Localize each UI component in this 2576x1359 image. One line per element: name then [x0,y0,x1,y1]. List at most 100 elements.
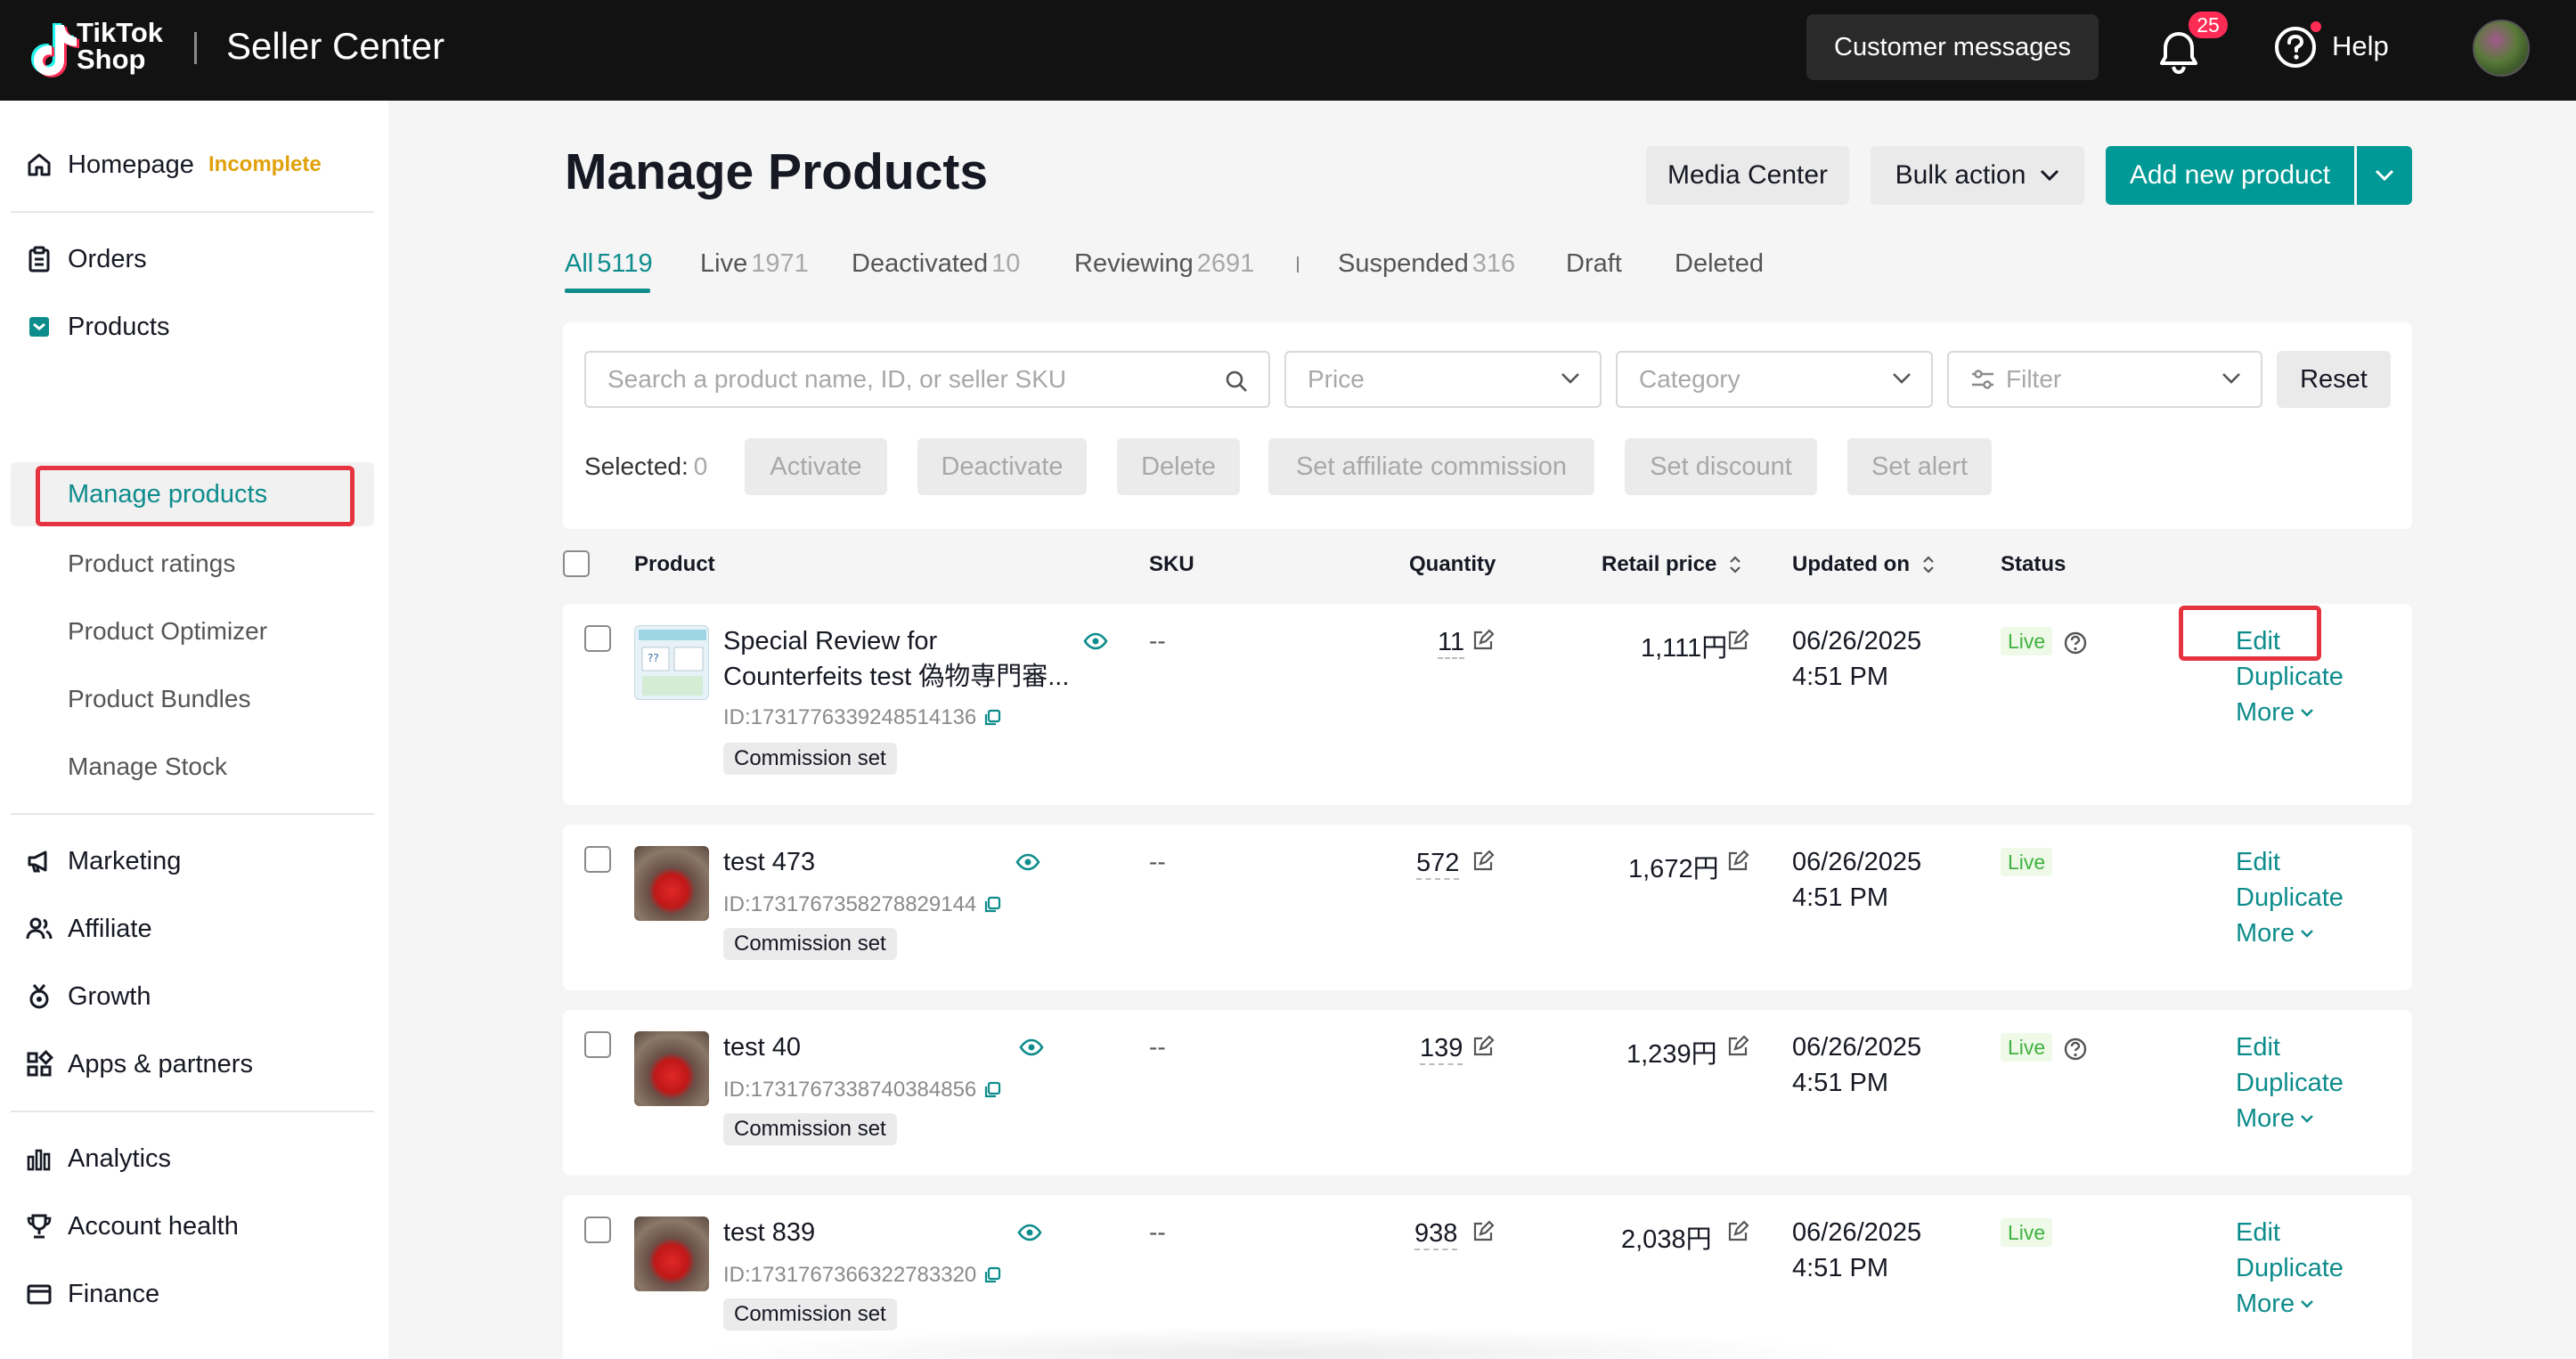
duplicate-link[interactable]: Duplicate [2236,1065,2344,1101]
sidebar-item-apps[interactable]: Apps & partners [0,1039,388,1089]
updated-time: 4:51 PM [1792,1254,1888,1282]
sidebar-subitem-product-ratings[interactable]: Product ratings [68,539,235,589]
status-badge: Live [2001,627,2053,655]
duplicate-link[interactable]: Duplicate [2236,659,2344,695]
product-thumbnail[interactable] [634,1217,709,1291]
add-new-product-button[interactable]: Add new product [2106,146,2354,205]
eye-icon[interactable] [1019,1038,1044,1056]
retail-price-value: 1,111円 [1641,634,1728,663]
row-checkbox[interactable] [584,625,611,652]
tab-reviewing[interactable]: Reviewing 2691 [1074,249,1254,279]
edit-icon[interactable] [1726,1220,1749,1243]
edit-icon[interactable] [1726,1035,1749,1058]
copy-icon[interactable] [983,896,1001,914]
delete-button[interactable]: Delete [1117,438,1240,495]
megaphone-icon [23,845,55,877]
set-alert-button[interactable]: Set alert [1847,438,1992,495]
product-name[interactable]: Special Review for Counterfeits test 偽物専門… [723,623,1069,695]
column-header-retail-price[interactable]: Retail price [1602,552,1741,577]
edit-icon[interactable] [1471,1035,1495,1058]
sidebar-item-products[interactable]: Products [0,302,388,352]
help-icon[interactable] [2273,25,2318,69]
edit-link[interactable]: Edit [2236,1029,2280,1065]
avatar[interactable] [2473,20,2530,77]
sidebar-item-homepage[interactable]: Homepage Incomplete [0,140,388,190]
help-link[interactable]: Help [2332,30,2389,62]
tab-deactivated[interactable]: Deactivated 10 [852,249,1020,279]
eye-icon[interactable] [1015,853,1040,871]
product-name[interactable]: test 40 [723,1029,801,1065]
question-icon[interactable] [2063,1037,2088,1062]
quantity-value[interactable]: 139 [1420,1033,1463,1065]
sidebar-item-analytics[interactable]: Analytics [0,1134,388,1184]
quantity-value[interactable]: 572 [1416,848,1460,880]
sidebar-item-marketing[interactable]: Marketing [0,836,388,886]
product-name[interactable]: test 839 [723,1215,815,1250]
customer-messages-button[interactable]: Customer messages [1806,14,2099,80]
product-thumbnail[interactable]: ?? [634,625,709,700]
bottom-fade [695,1327,1853,1359]
row-checkbox[interactable] [584,1217,611,1243]
tab-deleted[interactable]: Deleted [1675,249,1764,279]
more-dropdown[interactable]: More [2236,695,2314,730]
product-thumbnail[interactable] [634,1031,709,1106]
bulk-action-button[interactable]: Bulk action [1871,146,2084,205]
sidebar-item-orders[interactable]: Orders [0,234,388,284]
more-dropdown[interactable]: More [2236,1101,2314,1136]
row-checkbox[interactable] [584,846,611,873]
edit-link[interactable]: Edit [2236,844,2280,880]
more-dropdown[interactable]: More [2236,1286,2314,1322]
tab-all[interactable]: All 5119 [565,249,653,279]
deactivate-button[interactable]: Deactivate [917,438,1087,495]
copy-icon[interactable] [983,709,1001,727]
more-dropdown[interactable]: More [2236,915,2314,951]
question-icon[interactable] [2063,631,2088,655]
edit-icon[interactable] [1471,850,1495,873]
sidebar-item-label: Growth [68,981,151,1011]
sidebar-subitem-manage-stock[interactable]: Manage Stock [68,742,227,792]
quantity-value[interactable]: 11 [1438,627,1465,659]
tab-live[interactable]: Live 1971 [700,249,809,279]
edit-icon[interactable] [1726,850,1749,873]
product-thumbnail[interactable] [634,846,709,921]
search-input[interactable]: Search a product name, ID, or seller SKU [584,351,1270,408]
select-all-checkbox[interactable] [563,550,590,577]
sidebar-item-affiliate[interactable]: Affiliate [0,904,388,954]
tiktok-logo-icon[interactable] [21,18,84,80]
duplicate-link[interactable]: Duplicate [2236,880,2344,915]
price-select[interactable]: Price [1284,351,1602,408]
copy-icon[interactable] [983,1266,1001,1284]
eye-icon[interactable] [1017,1224,1042,1241]
edit-icon[interactable] [1471,1220,1495,1243]
sidebar-item-finance[interactable]: Finance [0,1269,388,1319]
filter-select[interactable]: Filter [1947,351,2262,408]
sidebar-subitem-product-bundles[interactable]: Product Bundles [68,674,250,724]
set-affiliate-commission-button[interactable]: Set affiliate commission [1268,438,1594,495]
copy-icon[interactable] [983,1081,1001,1099]
add-product-dropdown-button[interactable] [2357,146,2412,205]
duplicate-link[interactable]: Duplicate [2236,1250,2344,1286]
activate-button[interactable]: Activate [745,438,887,495]
tab-suspended[interactable]: Suspended 316 [1338,249,1515,279]
product-name[interactable]: test 473 [723,844,815,880]
sidebar-subitem-product-optimizer[interactable]: Product Optimizer [68,606,267,656]
media-center-button[interactable]: Media Center [1646,146,1849,205]
set-discount-button[interactable]: Set discount [1625,438,1817,495]
column-label: Retail price [1602,552,1717,576]
tab-draft[interactable]: Draft [1566,249,1622,279]
sidebar-item-account-health[interactable]: Account health [0,1201,388,1251]
product-id-value: ID:1731767358278829144 [723,892,977,916]
updated-on-value: 06/26/2025 4:51 PM [1792,623,1921,695]
category-select[interactable]: Category [1616,351,1933,408]
highlight-edit-link [2179,606,2321,661]
column-header-updated-on[interactable]: Updated on [1792,552,1935,577]
edit-icon[interactable] [1726,629,1749,652]
reset-button[interactable]: Reset [2277,351,2391,408]
row-checkbox[interactable] [584,1031,611,1058]
edit-icon[interactable] [1471,629,1495,652]
sidebar-item-growth[interactable]: Growth [0,972,388,1021]
edit-link[interactable]: Edit [2236,1215,2280,1250]
eye-icon[interactable] [1083,632,1108,650]
quantity-value[interactable]: 938 [1414,1218,1458,1250]
commission-badge: Commission set [723,1298,897,1331]
